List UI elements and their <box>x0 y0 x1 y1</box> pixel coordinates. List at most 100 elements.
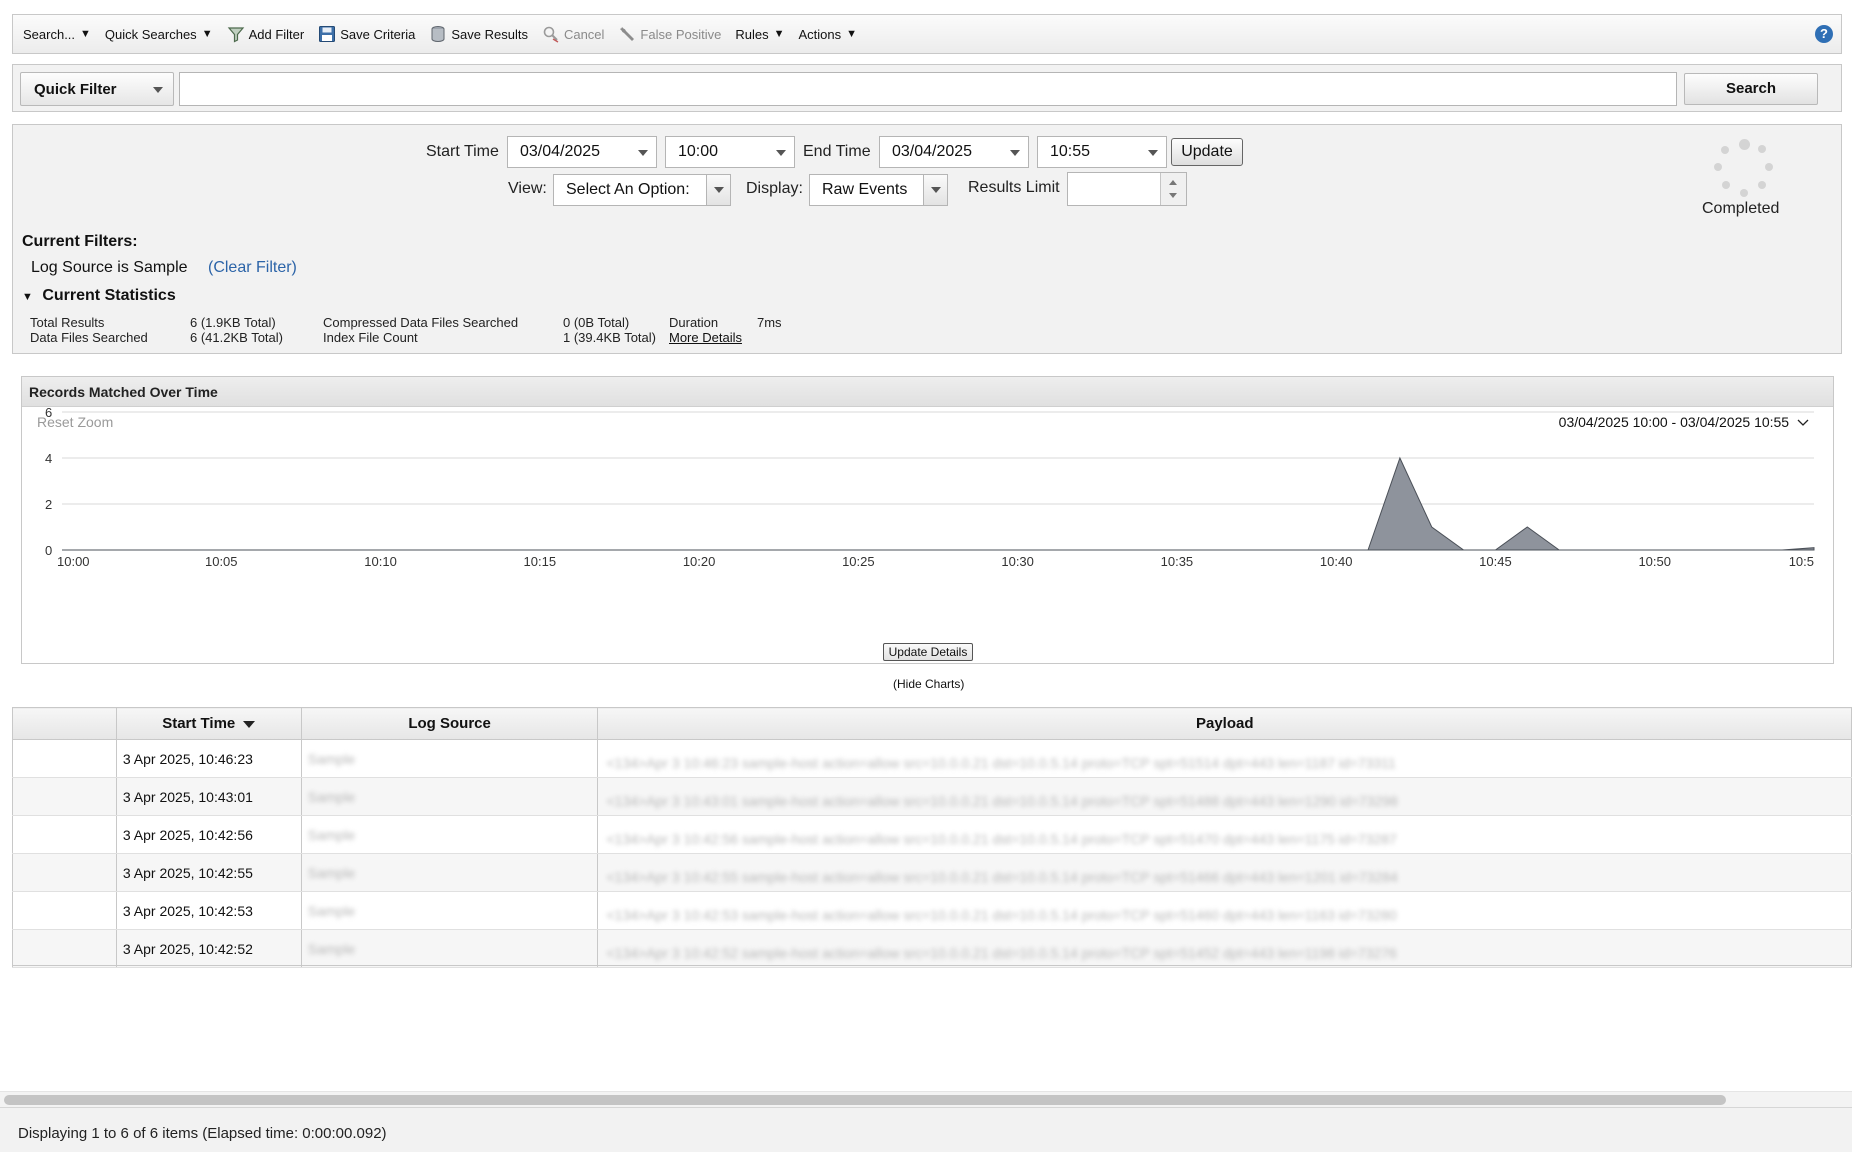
table-row[interactable]: 3 Apr 2025, 10:42:55 Sample <134>Apr 3 1… <box>12 853 1852 892</box>
search-status: Completed <box>1702 200 1780 217</box>
chart-panel: Records Matched Over Time Reset Zoom 03/… <box>21 376 1834 664</box>
payload-cell: <134>Apr 3 10:46:23 sample-host action=a… <box>597 739 1852 778</box>
hide-charts-link[interactable]: (Hide Charts) <box>893 677 964 691</box>
results-limit-label: Results Limit <box>968 179 1060 196</box>
rules-label: Rules <box>735 26 769 42</box>
x-tick-label: 10:5 <box>1789 554 1814 569</box>
search-button[interactable]: Search <box>1684 73 1818 105</box>
results-limit-stepper[interactable] <box>1160 173 1186 205</box>
records-over-time-chart[interactable]: 0 2 4 6 10:00 10:05 10:10 10:15 10:20 10:25 10:30 1… <box>22 407 1833 641</box>
more-details-link[interactable]: More Details <box>669 330 742 345</box>
update-details-button[interactable]: Update Details <box>883 643 973 661</box>
false-positive-button[interactable]: False Positive <box>618 25 721 43</box>
end-clock-select[interactable]: 10:55 <box>1037 136 1167 168</box>
payload-text: <134>Apr 3 10:42:55 sample-host action=a… <box>606 868 1398 885</box>
row-select-cell[interactable] <box>12 739 117 778</box>
results-limit-input[interactable] <box>1067 172 1187 206</box>
table-row[interactable]: 3 Apr 2025, 10:43:01 Sample <134>Apr 3 1… <box>12 777 1852 816</box>
table-row[interactable]: 3 Apr 2025, 10:42:53 Sample <134>Apr 3 1… <box>12 891 1852 930</box>
end-date-select[interactable]: 03/04/2025 <box>879 136 1029 168</box>
log-source-text: Sample <box>307 940 356 957</box>
cancel-button[interactable]: Cancel <box>542 25 604 43</box>
display-label: Display: <box>746 180 803 197</box>
x-tick-label: 10:10 <box>364 554 397 569</box>
wrench-icon <box>620 27 635 41</box>
column-header-log-source[interactable]: Log Source <box>300 707 599 740</box>
current-statistics-title: Current Statistics <box>42 287 176 304</box>
help-icon[interactable]: ? <box>1815 25 1833 43</box>
database-icon <box>431 26 445 42</box>
start-time-label: Start Time <box>426 143 499 160</box>
row-select-cell[interactable] <box>12 777 117 816</box>
chart-title: Records Matched Over Time <box>22 377 1833 407</box>
end-clock-value: 10:55 <box>1050 143 1091 160</box>
row-select-cell[interactable] <box>12 815 117 854</box>
table-row[interactable]: 3 Apr 2025, 10:42:56 Sample <134>Apr 3 1… <box>12 815 1852 854</box>
quick-filter-input[interactable] <box>179 72 1677 106</box>
duration-value: 7ms <box>757 315 782 330</box>
start-time-cell: 3 Apr 2025, 10:42:52 <box>115 929 302 968</box>
start-time-cell: 3 Apr 2025, 10:42:55 <box>115 853 302 892</box>
view-value: Select An Option: <box>566 181 690 198</box>
log-source-cell: Sample <box>300 777 599 816</box>
payload-text: <134>Apr 3 10:43:01 sample-host action=a… <box>606 792 1398 809</box>
stepper-up-icon[interactable] <box>1169 180 1177 185</box>
column-header-select[interactable] <box>12 707 117 740</box>
quick-searches-menu[interactable]: Quick Searches ▼ <box>105 27 213 42</box>
quick-searches-label: Quick Searches <box>104 26 197 42</box>
index-file-count-value: 1 (39.4KB Total) <box>563 330 656 345</box>
caret-down-icon: ▼ <box>80 28 91 40</box>
x-tick-label: 10:20 <box>683 554 716 569</box>
table-row[interactable]: 3 Apr 2025, 10:46:23 Sample <134>Apr 3 1… <box>12 739 1852 778</box>
payload-text: <134>Apr 3 10:46:23 sample-host action=a… <box>606 754 1396 771</box>
chevron-down-icon <box>153 87 163 93</box>
start-date-value: 03/04/2025 <box>520 143 601 160</box>
payload-cell: <134>Apr 3 10:42:55 sample-host action=a… <box>597 853 1852 892</box>
row-select-cell[interactable] <box>12 929 117 968</box>
chevron-down-icon <box>923 175 947 205</box>
column-header-payload[interactable]: Payload <box>597 707 1852 740</box>
current-statistics-toggle[interactable]: ▼ Current Statistics <box>22 287 176 305</box>
results-table: Start Time Log Source Payload 3 Apr 2025… <box>12 707 1852 968</box>
start-date-select[interactable]: 03/04/2025 <box>507 136 657 168</box>
add-filter-button[interactable]: Add Filter <box>227 25 304 43</box>
view-label: View: <box>508 180 547 197</box>
row-select-cell[interactable] <box>12 891 117 930</box>
actions-menu[interactable]: Actions ▼ <box>798 27 857 42</box>
save-criteria-button[interactable]: Save Criteria <box>318 25 415 43</box>
log-source-text: Sample <box>307 788 356 805</box>
column-header-label: Payload <box>1195 715 1254 732</box>
horizontal-scrollbar-thumb[interactable] <box>4 1095 1726 1105</box>
row-select-cell[interactable] <box>12 853 117 892</box>
x-tick-label: 10:25 <box>842 554 875 569</box>
x-tick-label: 10:45 <box>1479 554 1512 569</box>
data-files-value: 6 (41.2KB Total) <box>190 330 283 345</box>
duration-label: Duration <box>669 315 719 330</box>
y-tick-label: 2 <box>45 497 52 512</box>
view-select[interactable]: Select An Option: <box>553 174 731 206</box>
stepper-down-icon[interactable] <box>1169 193 1177 198</box>
quick-filter-selected: Quick Filter <box>34 81 117 98</box>
x-tick-label: 10:35 <box>1161 554 1194 569</box>
search-menu[interactable]: Search... ▼ <box>23 27 91 42</box>
rules-menu[interactable]: Rules ▼ <box>735 27 784 42</box>
column-header-start-time[interactable]: Start Time <box>115 707 302 740</box>
start-time-cell: 3 Apr 2025, 10:42:56 <box>115 815 302 854</box>
payload-text: <134>Apr 3 10:42:52 sample-host action=a… <box>606 944 1397 961</box>
status-bar: Displaying 1 to 6 of 6 items (Elapsed ti… <box>0 1107 1852 1152</box>
x-tick-label: 10:30 <box>1001 554 1034 569</box>
y-tick-label: 4 <box>45 451 52 466</box>
display-select[interactable]: Raw Events <box>809 174 948 206</box>
table-row[interactable]: 3 Apr 2025, 10:42:52 Sample <134>Apr 3 1… <box>12 929 1852 968</box>
display-value: Raw Events <box>822 181 908 198</box>
log-source-cell: Sample <box>300 929 599 968</box>
quick-filter-select[interactable]: Quick Filter <box>20 72 174 106</box>
magnifier-cancel-icon <box>543 26 559 43</box>
update-button[interactable]: Update <box>1171 138 1243 166</box>
clear-filter-link[interactable]: (Clear Filter) <box>208 259 297 276</box>
save-results-button[interactable]: Save Results <box>429 25 528 43</box>
toolbar: Search... ▼ Quick Searches ▼ Add Filter … <box>12 14 1842 54</box>
start-time-cell: 3 Apr 2025, 10:42:53 <box>115 891 302 930</box>
compressed-files-value: 0 (0B Total) <box>563 315 630 330</box>
start-clock-select[interactable]: 10:00 <box>665 136 795 168</box>
